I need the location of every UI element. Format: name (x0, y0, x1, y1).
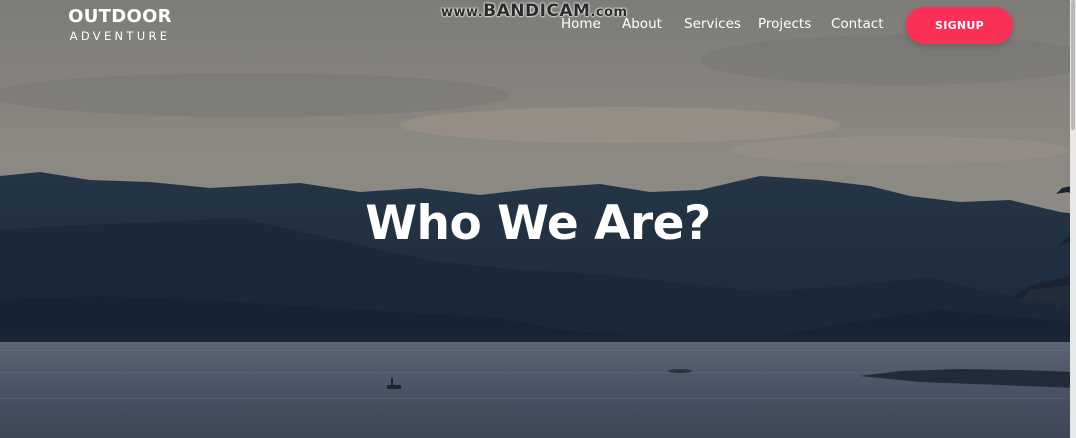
site-logo[interactable]: OUTDOOR ADVENTURE (59, 6, 181, 44)
watermark-prefix: www. (441, 5, 484, 20)
nav-link-home[interactable]: Home (561, 16, 601, 32)
signup-button[interactable]: SIGNUP (906, 7, 1013, 44)
hero-section: www.BANDICAM.com OUTDOOR ADVENTURE Home … (0, 0, 1076, 438)
logo-line-2: ADVENTURE (69, 29, 171, 43)
hero-headline: Who We Are? (365, 196, 711, 251)
page-scrollbar[interactable] (1070, 0, 1076, 438)
scrollbar-thumb[interactable] (1071, 0, 1075, 130)
logo-line-1: OUTDOOR (68, 6, 172, 27)
nav-link-contact[interactable]: Contact (831, 16, 884, 32)
nav-link-about[interactable]: About (622, 16, 662, 32)
nav-link-projects[interactable]: Projects (758, 16, 811, 32)
nav-link-services[interactable]: Services (684, 16, 741, 32)
